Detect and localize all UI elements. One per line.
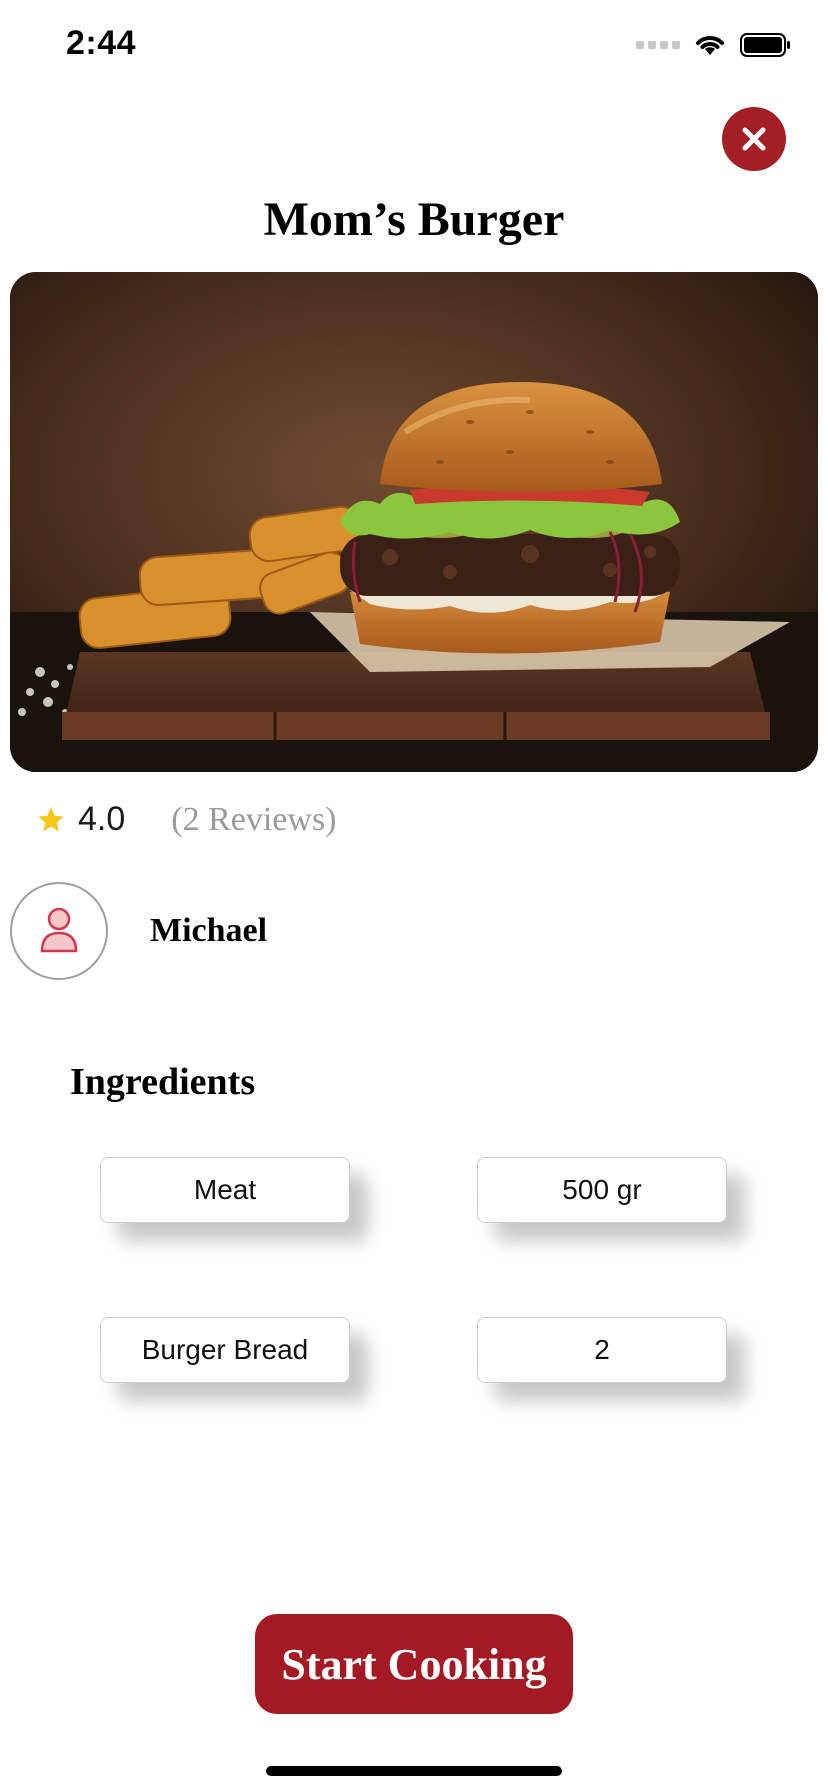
close-icon	[742, 127, 766, 151]
ingredient-amount-field[interactable]: 500 gr	[477, 1157, 727, 1223]
recipe-photo	[10, 272, 818, 772]
rating-row: 4.0 (2 Reviews)	[36, 800, 337, 839]
close-button[interactable]	[722, 107, 786, 171]
avatar[interactable]	[10, 882, 108, 980]
status-time: 2:44	[66, 24, 137, 62]
ingredient-name-field[interactable]: Meat	[100, 1157, 350, 1223]
recipe-title: Mom’s Burger	[263, 193, 565, 246]
author-name[interactable]: Michael	[150, 912, 267, 950]
rating-value: 4.0	[78, 800, 126, 838]
ingredient-amount-field[interactable]: 2	[477, 1317, 727, 1383]
home-indicator[interactable]	[266, 1766, 562, 1776]
star-icon	[38, 807, 64, 831]
ingredients-heading: Ingredients	[70, 1061, 256, 1103]
wifi-icon	[696, 36, 724, 55]
ingredient-name-field[interactable]: Burger Bread	[100, 1317, 350, 1383]
cellular-signal-icon	[636, 41, 680, 49]
battery-icon	[740, 33, 790, 57]
reviews-link[interactable]: (2 Reviews)	[171, 801, 336, 839]
status-indicators	[636, 32, 792, 58]
start-cooking-button[interactable]: Start Cooking	[255, 1614, 573, 1714]
person-icon	[40, 907, 78, 953]
